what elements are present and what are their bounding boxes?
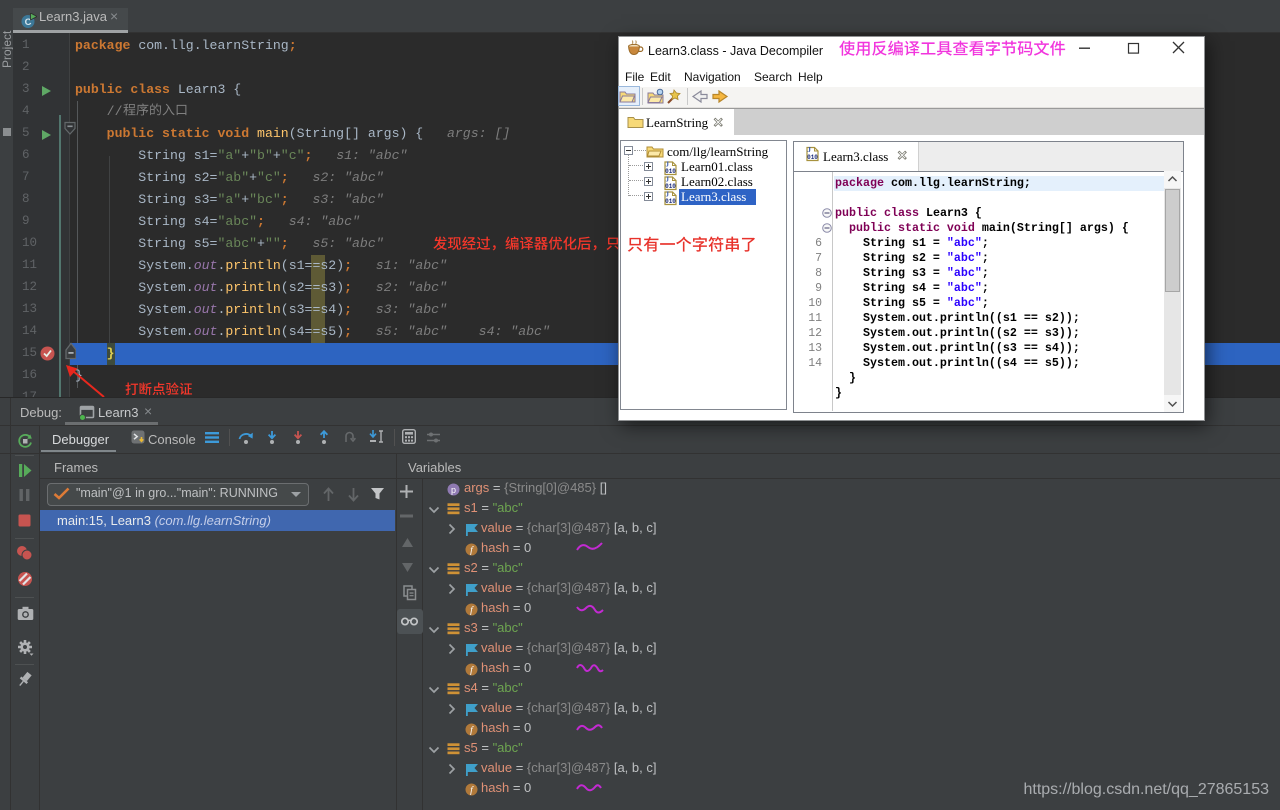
svg-text:J: J <box>666 161 670 169</box>
svg-text:010: 010 <box>807 154 818 161</box>
svg-text:J: J <box>807 145 811 154</box>
svg-text:p: p <box>451 485 456 495</box>
svg-text:J: J <box>666 176 670 184</box>
svg-text:010: 010 <box>665 183 676 190</box>
svg-text:J: J <box>666 191 670 199</box>
svg-text:010: 010 <box>665 168 676 175</box>
svg-text:010: 010 <box>665 198 676 205</box>
